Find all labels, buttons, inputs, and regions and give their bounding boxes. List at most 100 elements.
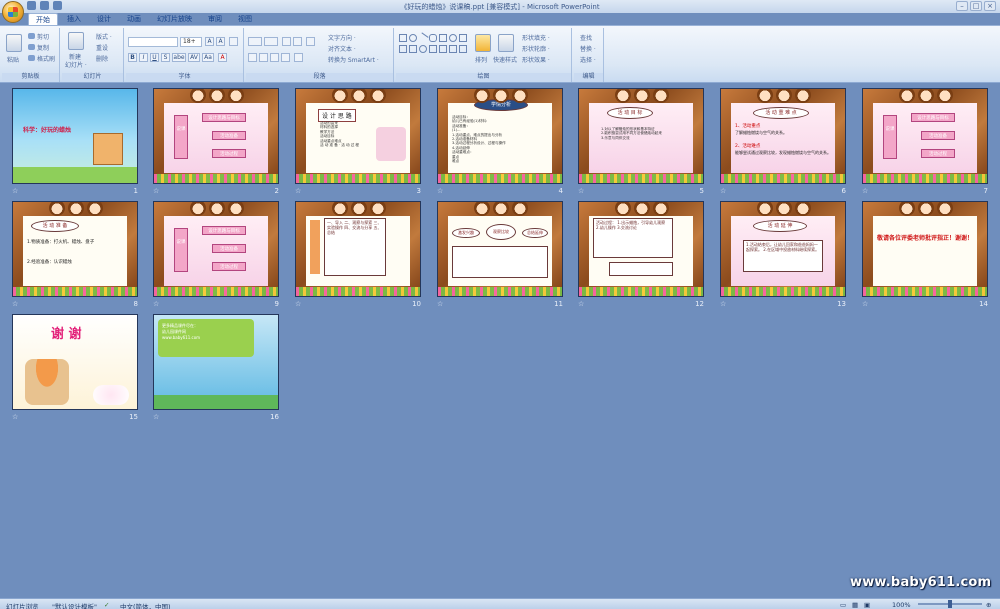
tab-animations[interactable]: 动画: [120, 13, 148, 25]
char-spacing-button[interactable]: AV: [188, 53, 200, 62]
shape-smiley-icon[interactable]: [419, 45, 427, 53]
columns-icon[interactable]: [294, 53, 303, 62]
tab-slideshow[interactable]: 幻灯片放映: [150, 13, 199, 25]
shape-fill-button[interactable]: 形状填充 ·: [522, 33, 550, 42]
paste-icon[interactable]: [6, 34, 22, 52]
italic-button[interactable]: I: [139, 53, 148, 62]
slide-thumbnail-7[interactable]: 说课 设计思路与目标 活动准备 活动过程 ☆ 7: [862, 88, 988, 195]
select-button[interactable]: 选择 ·: [580, 55, 596, 64]
slide-thumbnail-5[interactable]: 活 动 目 标 1.对以了解蜡烛的形状和基本特征 2.能积极尝试用不同方法使蜡烛…: [578, 88, 704, 195]
slide-number: 9: [274, 300, 279, 308]
replace-button[interactable]: 替换 ·: [580, 44, 596, 53]
slide-9-item-1: 设计思路与目标: [202, 226, 246, 235]
underline-button[interactable]: U: [150, 53, 159, 62]
cut-button[interactable]: 剪切: [37, 32, 49, 41]
shape-arrow-left-icon[interactable]: [409, 45, 417, 53]
shape-circle-icon[interactable]: [449, 34, 457, 42]
grow-font-button[interactable]: A: [205, 37, 214, 46]
office-button[interactable]: [2, 1, 24, 23]
slide-thumbnail-8[interactable]: 活 动 准 备 1.物质准备：打火机、蜡烛、盘子 2.经验准备：认识蜡烛 ☆ 8: [12, 201, 138, 308]
shape-arrow-icon[interactable]: [459, 34, 467, 42]
maximize-button[interactable]: □: [970, 1, 982, 11]
shrink-font-button[interactable]: A: [216, 37, 225, 46]
bold-button[interactable]: B: [128, 53, 137, 62]
slide-thumbnail-1[interactable]: 科学：好玩的蜡烛 ☆ 1: [12, 88, 138, 195]
shape-line-icon[interactable]: [417, 32, 429, 44]
reset-button[interactable]: 重设: [96, 43, 108, 52]
new-slide-icon[interactable]: [68, 32, 84, 50]
shape-star-icon[interactable]: [429, 45, 437, 53]
slide-thumbnail-6[interactable]: 活 动 重 难 点 1、活动重点 了解蜡烛燃烧与空气的关系。 2、活动难点 能够…: [720, 88, 846, 195]
change-case-button[interactable]: Aa: [202, 53, 214, 62]
align-center-icon[interactable]: [259, 53, 268, 62]
find-button[interactable]: 查找: [580, 33, 592, 42]
decrease-indent-icon[interactable]: [282, 37, 291, 46]
font-name-combo[interactable]: [128, 37, 178, 47]
slideshow-view-icon[interactable]: ▣: [864, 601, 870, 609]
shadow-button[interactable]: abe: [172, 53, 186, 62]
shape-brace-icon[interactable]: [439, 45, 447, 53]
slide-thumbnail-14[interactable]: 敬请各位评委老师批评指正！谢谢！ ☆ 14: [862, 201, 988, 308]
align-right-icon[interactable]: [270, 53, 279, 62]
fit-window-icon[interactable]: ⊕: [986, 601, 991, 609]
shape-effects-button[interactable]: 形状效果 ·: [522, 55, 550, 64]
shape-triangle-icon[interactable]: [439, 34, 447, 42]
slide-12-note-box: [609, 262, 673, 276]
slide-thumbnail-11[interactable]: 激发兴趣 观察比较 总结延伸 ☆ 11: [437, 201, 563, 308]
font-color-button[interactable]: A: [218, 53, 227, 62]
tab-review[interactable]: 审阅: [201, 13, 229, 25]
quick-styles-button[interactable]: 快速样式: [493, 55, 517, 64]
arrange-button[interactable]: 排列: [475, 55, 487, 64]
ribbon-tabs: 开始 插入 设计 动画 幻灯片放映 审阅 视图: [28, 13, 259, 25]
tab-insert[interactable]: 插入: [60, 13, 88, 25]
slide-thumbnail-10[interactable]: 一、导入 二、观察与探索 三、实验操作 四、交流与分享 五、总结 ☆ 10: [295, 201, 421, 308]
tab-design[interactable]: 设计: [90, 13, 118, 25]
quick-styles-icon[interactable]: [498, 34, 514, 52]
slide-thumbnail-16[interactable]: 更多精品课件尽在： 幼儿园课件网 www.baby611.com ☆ 16: [153, 314, 279, 421]
zoom-slider-thumb[interactable]: [948, 600, 952, 608]
line-spacing-icon[interactable]: [306, 37, 315, 46]
shape-more-icon[interactable]: [459, 45, 467, 53]
shape-oval-icon[interactable]: [409, 34, 417, 42]
copy-button[interactable]: 复制: [37, 43, 49, 52]
new-slide-button-2[interactable]: 幻灯片 ·: [65, 60, 87, 69]
slide-thumbnail-15[interactable]: 谢 谢 ☆ 15: [12, 314, 138, 421]
numbering-icon[interactable]: [264, 37, 278, 46]
minimize-button[interactable]: –: [956, 1, 968, 11]
paste-button[interactable]: 粘贴: [7, 55, 19, 64]
clear-format-icon[interactable]: [229, 37, 238, 46]
align-text-button[interactable]: 对齐文本 ·: [328, 44, 356, 53]
slide-thumbnail-12[interactable]: 活动过程： 1.出示蜡烛，引导幼儿观察 2.幼儿操作 3.交流讨论 ☆ 12: [578, 201, 704, 308]
increase-indent-icon[interactable]: [293, 37, 302, 46]
sorter-view-icon[interactable]: ▦: [852, 601, 858, 609]
tab-home[interactable]: 开始: [28, 13, 58, 25]
slide-thumbnail-4[interactable]: 学情分析 活动目标： 幼儿已有经验(1)材料： 活动准备： (1)... 1.活…: [437, 88, 563, 195]
shape-callout-icon[interactable]: [449, 45, 457, 53]
close-button[interactable]: ×: [984, 1, 996, 11]
normal-view-icon[interactable]: ▭: [840, 601, 846, 609]
transition-icon: ☆: [12, 413, 19, 421]
slide-thumbnail-9[interactable]: 说课 设计思路与目标 活动准备 活动过程 ☆ 9: [153, 201, 279, 308]
shape-arrow-right-icon[interactable]: [399, 45, 407, 53]
text-direction-button[interactable]: 文字方向 ·: [328, 33, 356, 42]
justify-icon[interactable]: [281, 53, 290, 62]
slide-thumbnail-3[interactable]: 设 计 思 路 活动的由来 材料的选择 教学方法 活动目标 活动重点难点 活 动…: [295, 88, 421, 195]
font-size-combo[interactable]: 18+: [180, 37, 202, 47]
drawing-group: 排列 快速样式 形状填充 · 形状轮廓 · 形状效果 · 绘图: [396, 28, 572, 82]
bullets-icon[interactable]: [248, 37, 262, 46]
layout-button[interactable]: 版式 ·: [96, 32, 112, 41]
spellcheck-icon[interactable]: ✓: [104, 601, 109, 609]
shape-outline-button[interactable]: 形状轮廓 ·: [522, 44, 550, 53]
zoom-level[interactable]: 100%: [892, 601, 911, 609]
tab-view[interactable]: 视图: [231, 13, 259, 25]
delete-button[interactable]: 删除: [96, 54, 108, 63]
strikethrough-button[interactable]: S: [161, 53, 170, 62]
align-left-icon[interactable]: [248, 53, 257, 62]
format-painter-button[interactable]: 格式刷: [37, 54, 55, 63]
shape-rect-icon[interactable]: [399, 34, 407, 42]
smartart-button[interactable]: 转换为 SmartArt ·: [328, 55, 379, 64]
slide-thumbnail-13[interactable]: 活 动 延 伸 1.活动结束后，让幼儿回家和爸爸妈妈一起探索。 2.在区域中投放…: [720, 201, 846, 308]
slide-thumbnail-2[interactable]: 说课 设计思路与目标 活动准备 活动过程 ☆ 2: [153, 88, 279, 195]
shape-rounded-rect-icon[interactable]: [429, 34, 437, 42]
arrange-icon[interactable]: [475, 34, 491, 52]
